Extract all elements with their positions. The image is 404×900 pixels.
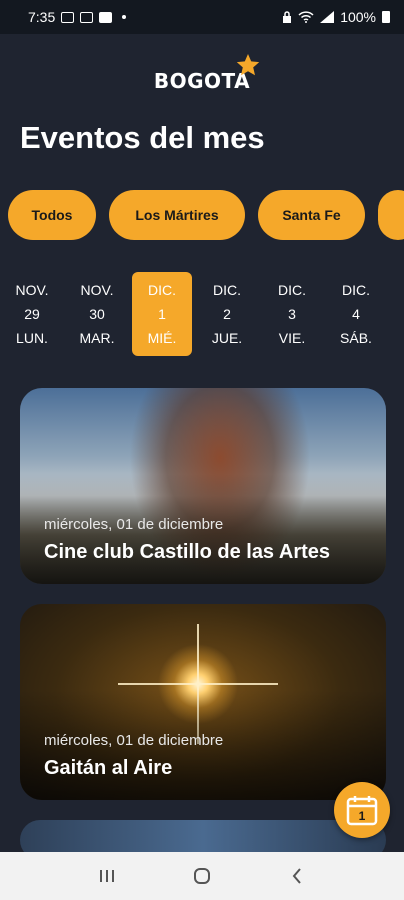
- date-month: NOV.: [15, 282, 49, 298]
- calendar-fab-button[interactable]: 1: [334, 782, 390, 838]
- date-weekday: LUN.: [16, 330, 48, 346]
- lock-icon: [283, 11, 292, 23]
- filter-chip-santa-fe[interactable]: Santa Fe: [258, 190, 365, 240]
- event-title: Gaitán al Aire: [44, 757, 173, 779]
- date-day: 30: [89, 306, 105, 322]
- filter-chips: Todos Los Mártires Santa Fe: [8, 190, 404, 240]
- event-card[interactable]: miércoles, 01 de diciembre Gaitán al Air…: [20, 604, 386, 800]
- date-month: DIC.: [213, 282, 241, 298]
- event-card[interactable]: miércoles, 01 de diciembre Cine club Cas…: [20, 388, 386, 584]
- date-day: 1: [158, 306, 166, 322]
- star-icon: [236, 54, 260, 76]
- status-bar: 7:35 100%: [0, 0, 404, 34]
- date-item[interactable]: DIC. 2 JUE.: [197, 272, 257, 356]
- battery-percent: 100%: [340, 9, 376, 25]
- date-day: 2: [223, 306, 231, 322]
- calendar-day-number: 1: [359, 809, 366, 823]
- flipboard-icon: [99, 11, 113, 23]
- signal-icon: [320, 11, 335, 23]
- filter-chip-los-martires[interactable]: Los Mártires: [109, 190, 245, 240]
- back-icon: [292, 868, 301, 884]
- date-item[interactable]: DIC. 3 VIE.: [262, 272, 322, 356]
- date-weekday: SÁB.: [340, 330, 372, 346]
- date-selector: NOV. 29 LUN. NOV. 30 MAR. DIC. 1 MIÉ. DI…: [0, 272, 404, 356]
- event-date: miércoles, 01 de diciembre: [44, 732, 224, 749]
- date-month: NOV.: [80, 282, 114, 298]
- date-day: 4: [352, 306, 360, 322]
- gallery-icon: [61, 11, 75, 23]
- chip-label: Todos: [31, 207, 73, 223]
- system-nav-bar: [0, 852, 404, 900]
- recent-apps-button[interactable]: [87, 856, 127, 896]
- home-button[interactable]: [182, 856, 222, 896]
- chip-label: Los Mártires: [135, 207, 219, 223]
- date-month: DIC.: [278, 282, 306, 298]
- notification-dot-icon: [122, 15, 127, 19]
- date-weekday: MAR.: [79, 330, 115, 346]
- date-weekday: JUE.: [211, 330, 243, 346]
- date-item-selected[interactable]: DIC. 1 MIÉ.: [132, 272, 192, 356]
- event-date: miércoles, 01 de diciembre: [44, 516, 224, 533]
- home-icon: [193, 868, 210, 884]
- status-right: 100%: [282, 9, 390, 25]
- date-item[interactable]: NOV. 29 LUN.: [2, 272, 62, 356]
- event-title: Cine club Castillo de las Artes: [44, 541, 331, 563]
- wifi-icon: [298, 11, 314, 23]
- page-title: Eventos del mes: [20, 120, 265, 155]
- status-left: 7:35: [28, 9, 127, 25]
- status-time: 7:35: [28, 9, 56, 25]
- bogota-logo: BOGOTA: [0, 54, 404, 106]
- date-month: DIC.: [148, 282, 176, 298]
- date-day: 3: [288, 306, 296, 322]
- filter-chip-partial[interactable]: [378, 190, 404, 240]
- date-weekday: MIÉ.: [147, 330, 177, 346]
- date-month: DIC.: [342, 282, 370, 298]
- date-weekday: VIE.: [278, 330, 306, 346]
- back-button[interactable]: [277, 856, 317, 896]
- date-item[interactable]: NOV. 30 MAR.: [67, 272, 127, 356]
- date-item[interactable]: DIC. 4 SÁB.: [326, 272, 386, 356]
- gmail-icon: [80, 11, 94, 23]
- calendar-icon: 1: [346, 796, 378, 826]
- chip-label: Santa Fe: [282, 207, 341, 223]
- date-day: 29: [24, 306, 40, 322]
- battery-icon: [382, 11, 390, 23]
- recent-apps-icon: [100, 870, 115, 882]
- filter-chip-todos[interactable]: Todos: [8, 190, 96, 240]
